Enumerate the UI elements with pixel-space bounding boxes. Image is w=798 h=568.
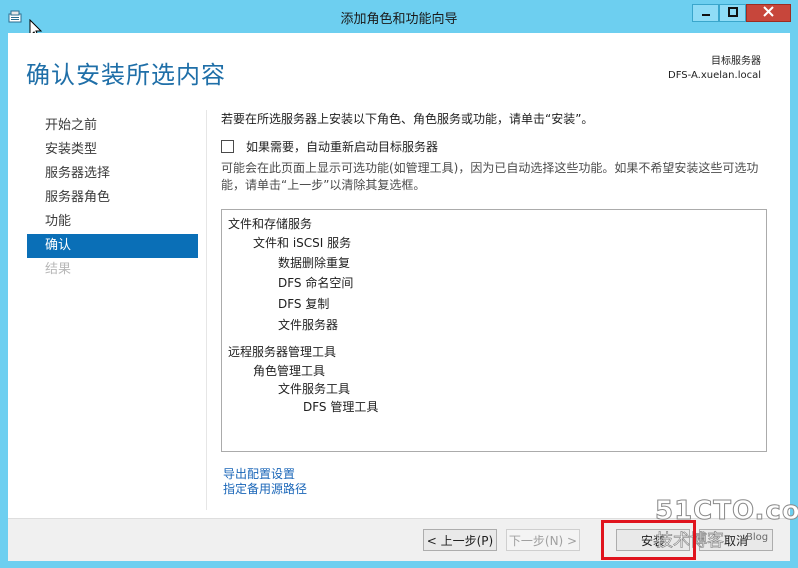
- nav-item-before-you-begin[interactable]: 开始之前: [27, 114, 198, 138]
- target-server-name: DFS-A.xuelan.local: [668, 70, 761, 81]
- install-highlight-annotation: [601, 520, 696, 560]
- nav-item-installation-type[interactable]: 安装类型: [27, 138, 198, 162]
- tree-item: 远程服务器管理工具: [228, 345, 337, 359]
- nav-item-server-roles[interactable]: 服务器角色: [27, 186, 198, 210]
- tree-item: 数据删除重复: [278, 256, 351, 270]
- maximize-button[interactable]: [719, 4, 746, 22]
- window-title: 添加角色和功能向导: [340, 12, 458, 27]
- wizard-content: 确认安装所选内容 目标服务器 DFS-A.xuelan.local 开始之前 安…: [8, 33, 790, 561]
- tree-item: 角色管理工具: [253, 364, 326, 378]
- nav-item-results: 结果: [45, 262, 72, 277]
- minimize-button[interactable]: [692, 4, 719, 22]
- tree-item: DFS 命名空间: [278, 276, 354, 290]
- nav-divider: [206, 110, 207, 510]
- wizard-nav: 开始之前 安装类型 服务器选择 服务器角色 功能 确认 结果: [27, 114, 198, 282]
- watermark-blog: Blog: [746, 532, 769, 543]
- minimize-icon: [701, 6, 711, 20]
- link-group: 导出配置设置 指定备用源路径: [223, 467, 307, 497]
- tree-item: 文件和存储服务: [228, 217, 313, 231]
- tree-item: 文件服务工具: [278, 382, 351, 396]
- restart-option[interactable]: 如果需要，自动重新启动目标服务器: [221, 138, 438, 155]
- tree-item: DFS 复制: [278, 297, 330, 311]
- selection-list[interactable]: 文件和存储服务 文件和 iSCSI 服务 数据删除重复 DFS 命名空间 DFS…: [221, 209, 767, 452]
- tree-item: DFS 管理工具: [303, 400, 379, 414]
- target-server-label: 目标服务器: [711, 56, 761, 67]
- page-title: 确认安装所选内容: [26, 61, 226, 89]
- close-icon: [763, 6, 774, 20]
- next-button[interactable]: 下一步(N) >: [506, 529, 580, 551]
- nav-item-features[interactable]: 功能: [27, 210, 198, 234]
- title-bar[interactable]: 添加角色和功能向导: [0, 0, 798, 33]
- tree-item: 文件服务器: [278, 318, 339, 332]
- close-button[interactable]: [746, 4, 791, 22]
- previous-button[interactable]: < 上一步(P): [423, 529, 497, 551]
- optional-features-note: 可能会在此页面上显示可选功能(如管理工具)，因为已自动选择这些功能。如果不希望安…: [221, 161, 759, 192]
- nav-item-server-selection[interactable]: 服务器选择: [27, 162, 198, 186]
- restart-checkbox[interactable]: [221, 140, 234, 153]
- restart-checkbox-label[interactable]: 如果需要，自动重新启动目标服务器: [246, 138, 438, 155]
- main-panel: 若要在所选服务器上安装以下角色、角色服务或功能，请单击“安装”。 如果需要，自动…: [221, 110, 781, 496]
- intro-text: 若要在所选服务器上安装以下角色、角色服务或功能，请单击“安装”。: [221, 112, 594, 126]
- export-config-link[interactable]: 导出配置设置: [223, 467, 307, 482]
- nav-item-confirmation[interactable]: 确认: [27, 234, 198, 258]
- maximize-icon: [727, 6, 738, 20]
- target-server-block: 目标服务器 DFS-A.xuelan.local: [668, 55, 761, 83]
- tree-item: 文件和 iSCSI 服务: [253, 236, 352, 250]
- alternate-source-link[interactable]: 指定备用源路径: [223, 482, 307, 497]
- wizard-window: 添加角色和功能向导 确认安装所选内容 目标服务器 DFS-A.xuelan.lo…: [0, 0, 798, 568]
